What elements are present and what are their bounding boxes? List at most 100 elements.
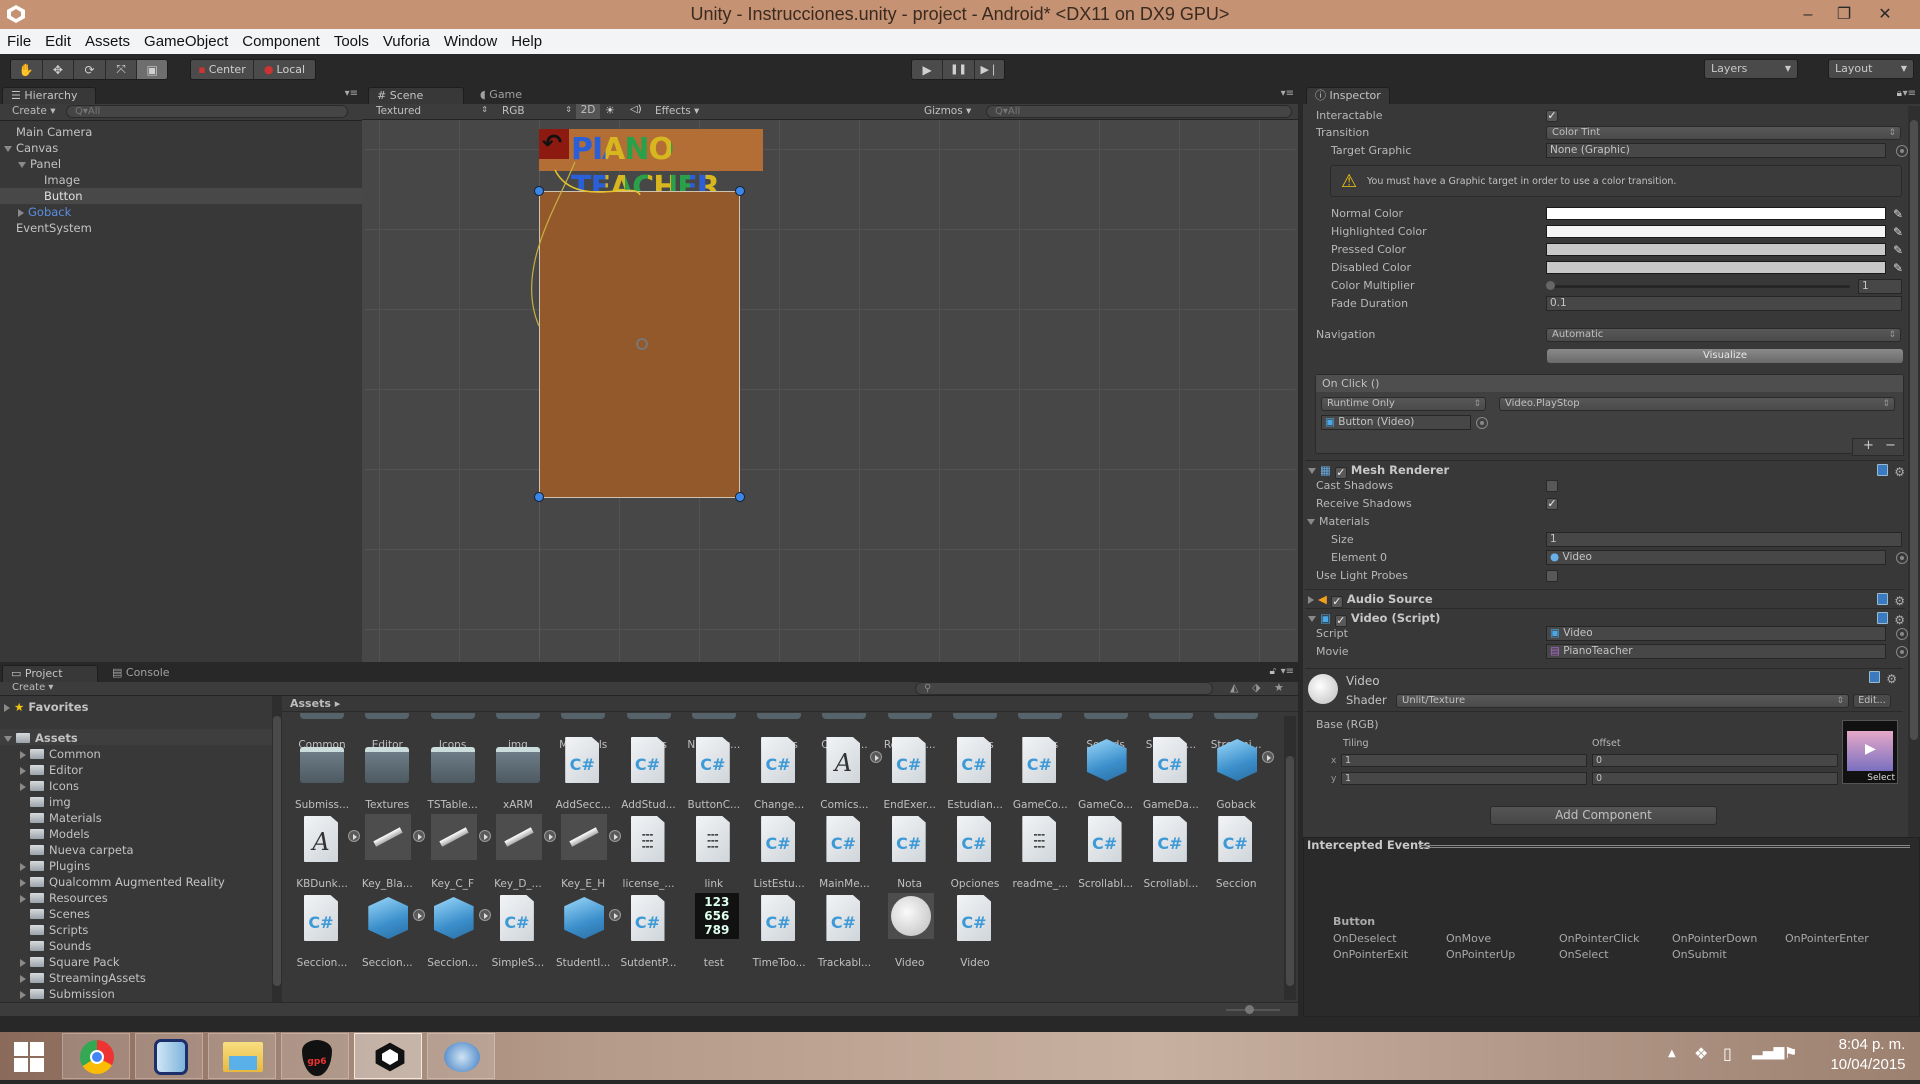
asset-tile[interactable]: C# Seccion...	[290, 891, 354, 969]
tree-folder[interactable]: StreamingAssets	[20, 970, 146, 986]
maximize-button[interactable]: ❐	[1826, 0, 1862, 29]
foldout-closed-icon[interactable]	[20, 894, 26, 903]
texture-slot[interactable]: ▶ Select	[1842, 720, 1898, 784]
asset-tile[interactable]: Submiss...	[290, 733, 354, 811]
visualize-button[interactable]: Visualize	[1547, 349, 1903, 363]
menu-tools[interactable]: Tools	[327, 29, 376, 52]
move-tool-icon[interactable]: ✥	[42, 60, 75, 79]
receive-shadows-checkbox[interactable]: ✓	[1546, 498, 1558, 510]
asset-tile[interactable]: C# ButtonC...	[682, 733, 746, 811]
asset-tile[interactable]: Seccion...	[421, 891, 491, 969]
asset-tile[interactable]: C# AddStud...	[617, 733, 681, 811]
tree-favorites[interactable]: ★ Favorites	[4, 699, 88, 715]
tree-folder[interactable]: Icons	[20, 778, 79, 794]
tree-folder[interactable]: Sounds	[20, 938, 91, 954]
mesh-renderer-header[interactable]: ▦ ✓ Mesh Renderer ⚙	[1305, 460, 1905, 479]
object-picker-icon[interactable]	[1896, 552, 1908, 564]
tiling-x-field[interactable]: 1	[1341, 754, 1587, 767]
asset-tile[interactable]: Video	[878, 891, 942, 969]
filter-by-label-icon[interactable]: ⬗	[1252, 681, 1260, 694]
asset-tile[interactable]: Key_Bla...	[355, 812, 426, 890]
tree-folder[interactable]: Nueva carpeta	[20, 842, 134, 858]
color-swatch[interactable]	[1546, 207, 1886, 220]
audio-toggle-icon[interactable]: ◁)	[630, 104, 642, 115]
help-book-icon[interactable]	[1877, 464, 1889, 476]
asset-tile[interactable]: C# SimpleS...	[486, 891, 550, 969]
tree-folder[interactable]: img	[20, 794, 71, 810]
hierarchy-item[interactable]: Canvas	[0, 140, 362, 156]
foldout-closed-icon[interactable]	[1308, 595, 1314, 604]
asset-tile[interactable]: GameCo...	[1074, 733, 1138, 811]
script-field[interactable]: ▣ Video	[1546, 626, 1886, 641]
color-swatch[interactable]	[1546, 261, 1886, 274]
foldout-closed-icon[interactable]	[20, 766, 26, 775]
asset-grid-scrollbar[interactable]	[1284, 716, 1296, 1000]
object-picker-icon[interactable]	[1476, 417, 1488, 429]
interactable-checkbox[interactable]: ✓	[1546, 110, 1558, 122]
asset-tile[interactable]: C# Estudian...	[943, 733, 1007, 811]
offset-y-field[interactable]: 0	[1592, 772, 1838, 785]
movie-field[interactable]: ▤ PianoTeacher	[1546, 644, 1886, 659]
menu-file[interactable]: File	[0, 29, 38, 52]
taskbar-monodevelop[interactable]	[427, 1033, 495, 1079]
audio-source-enabled-checkbox[interactable]: ✓	[1330, 596, 1343, 608]
foldout-closed-icon[interactable]	[20, 750, 26, 759]
add-component-button[interactable]: Add Component	[1490, 806, 1717, 825]
asset-tile[interactable]: C# AddSecc...	[551, 733, 615, 811]
wifi-signal-icon[interactable]: ▂▄▆	[1752, 1044, 1784, 1060]
project-create-dropdown[interactable]: Create ▾	[12, 682, 53, 693]
tab-project[interactable]: ▭ Project	[2, 665, 98, 682]
tree-assets-root[interactable]: Assets	[4, 730, 78, 746]
tab-inspector[interactable]: ⓘ Inspector	[1306, 87, 1390, 104]
color-swatch[interactable]	[1546, 225, 1886, 238]
scrollbar-thumb[interactable]	[273, 716, 281, 986]
windows-start-icon[interactable]	[14, 1042, 44, 1072]
element0-field[interactable]: ● Video	[1546, 550, 1886, 565]
rect-tool-icon[interactable]: ▣	[137, 60, 167, 79]
project-search-input[interactable]: ⚲	[915, 682, 1213, 695]
layout-dropdown[interactable]: Layout ▼	[1828, 59, 1914, 79]
runtime-dropdown[interactable]: Runtime Only	[1321, 397, 1486, 411]
taskbar-unity[interactable]	[354, 1033, 422, 1079]
offset-x-field[interactable]: 0	[1592, 754, 1838, 767]
foldout-open-icon[interactable]	[18, 161, 26, 168]
asset-tile[interactable]: C# GameDa...	[1139, 733, 1203, 811]
asset-tile[interactable]: C# Trackabl...	[812, 891, 876, 969]
shading-dropdown[interactable]: Textured ⇕	[376, 105, 488, 117]
help-book-icon[interactable]	[1877, 612, 1889, 624]
menu-help[interactable]: Help	[504, 29, 549, 52]
navigation-dropdown[interactable]: Automatic	[1546, 328, 1901, 342]
asset-tile[interactable]: C# Scrollabl...	[1139, 812, 1203, 890]
asset-tile[interactable]: C# Change...	[747, 733, 811, 811]
scene-viewport[interactable]: ↶ PIANO TEACHER	[365, 120, 1295, 662]
asset-tile[interactable]: C# Nota	[878, 812, 942, 890]
minimize-button[interactable]: –	[1790, 0, 1826, 29]
rect-handle-bl[interactable]	[534, 492, 544, 502]
shader-dropdown[interactable]: Unlit/Texture	[1396, 694, 1849, 708]
asset-tile[interactable]: Key_E_H	[551, 812, 622, 890]
asset-tile[interactable]: Key_C_F	[421, 812, 491, 890]
menu-window[interactable]: Window	[437, 29, 504, 52]
help-book-icon[interactable]	[1869, 671, 1881, 683]
panel-menu-icon[interactable]: ▾≡	[1281, 88, 1294, 99]
tree-folder[interactable]: Scenes	[20, 906, 90, 922]
tree-folder[interactable]: Plugins	[20, 858, 90, 874]
hierarchy-item[interactable]: Button	[0, 188, 362, 204]
asset-tile[interactable]: C# GameCo...	[1008, 733, 1072, 811]
taskbar-virtualbox[interactable]	[135, 1033, 203, 1079]
menu-assets[interactable]: Assets	[78, 29, 137, 52]
hierarchy-item[interactable]: Goback	[0, 204, 362, 220]
rect-handle-tr[interactable]	[735, 186, 745, 196]
object-picker-icon[interactable]	[1896, 628, 1908, 640]
tab-console[interactable]: ▤ Console	[104, 665, 178, 682]
tree-folder[interactable]: Qualcomm Augmented Reality	[20, 874, 225, 890]
asset-tile[interactable]: C# EndExer...	[878, 733, 942, 811]
asset-tile[interactable]: C# Scrollabl...	[1074, 812, 1138, 890]
pivot-center-button[interactable]: ▪ Center	[191, 60, 254, 79]
transition-dropdown[interactable]: Color Tint	[1546, 126, 1901, 140]
asset-tile[interactable]: xARM	[486, 733, 550, 811]
foldout-closed-icon[interactable]	[20, 990, 26, 999]
foldout-closed-icon[interactable]	[18, 208, 24, 217]
color-multiplier-field[interactable]: 1	[1858, 279, 1902, 294]
asset-tile[interactable]: Seccion...	[355, 891, 426, 969]
